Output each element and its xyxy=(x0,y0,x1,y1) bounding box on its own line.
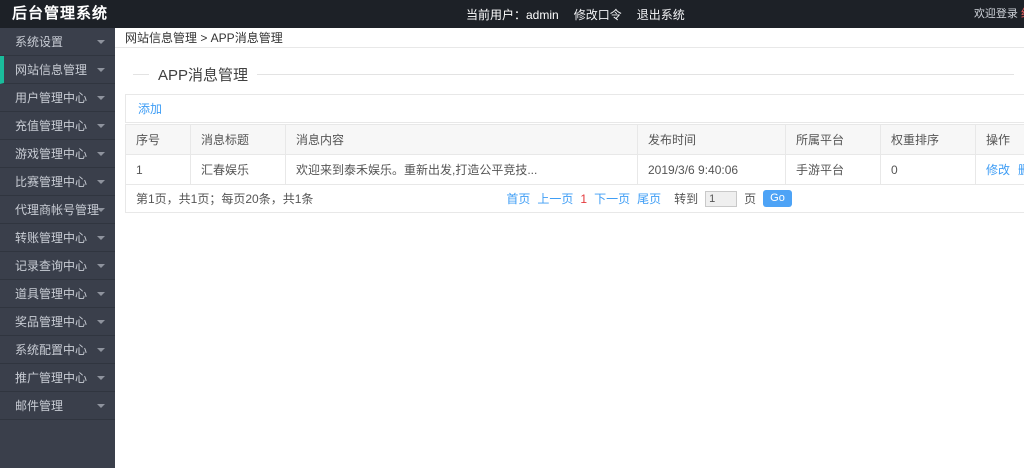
sidebar-item-agent-account-mgmt[interactable]: 代理商帐号管理 xyxy=(0,196,115,224)
sidebar-item-match-mgmt[interactable]: 比赛管理中心 xyxy=(0,168,115,196)
sidebar-item-label: 代理商帐号管理 xyxy=(15,203,100,217)
col-header-title: 消息标题 xyxy=(190,124,286,155)
sidebar-item-mail-mgmt[interactable]: 邮件管理 xyxy=(0,392,115,420)
sidebar-item-system-config[interactable]: 系统配置中心 xyxy=(0,336,115,364)
pagination-summary: 第1页，共1页；每页20条，共1条 xyxy=(136,192,314,206)
chevron-down-icon xyxy=(97,208,105,212)
goto-label: 转到 xyxy=(674,192,699,206)
welcome-text: 欢迎登录 红 xyxy=(974,0,1024,28)
col-header-publish-time: 发布时间 xyxy=(637,124,786,155)
sidebar-item-label: 道具管理中心 xyxy=(15,287,88,301)
last-page-link[interactable]: 尾页 xyxy=(637,190,661,207)
messages-table: 序号 消息标题 消息内容 发布时间 所属平台 权重排序 操作 1 汇春娱乐 欢迎… xyxy=(125,124,1024,185)
go-button[interactable]: Go xyxy=(763,190,792,207)
sidebar-item-label: 系统设置 xyxy=(15,35,64,49)
cell-title: 汇春娱乐 xyxy=(190,154,286,185)
sidebar-item-label: 转账管理中心 xyxy=(15,231,88,245)
pager-links: 首页 上一页 1 下一页 尾页 转到 页 Go xyxy=(506,190,792,207)
col-header-platform: 所属平台 xyxy=(785,124,881,155)
table-header-row: 序号 消息标题 消息内容 发布时间 所属平台 权重排序 操作 xyxy=(125,124,1024,155)
sidebar-item-label: 充值管理中心 xyxy=(15,119,88,133)
cell-publish-time: 2019/3/6 9:40:06 xyxy=(637,154,786,185)
current-user-label: 当前用户：admin xyxy=(466,7,559,22)
toolbar: 添加 xyxy=(125,94,1024,123)
chevron-down-icon xyxy=(97,40,105,44)
content-panel: 添加 序号 消息标题 消息内容 发布时间 所属平台 权重排序 操作 1 汇春娱乐… xyxy=(125,94,1024,213)
sidebar-item-game-mgmt[interactable]: 游戏管理中心 xyxy=(0,140,115,168)
chevron-down-icon xyxy=(97,292,105,296)
sidebar-item-label: 用户管理中心 xyxy=(15,91,88,105)
chevron-down-icon xyxy=(97,404,105,408)
cell-platform: 手游平台 xyxy=(785,154,881,185)
sidebar-item-props-mgmt[interactable]: 道具管理中心 xyxy=(0,280,115,308)
sidebar-item-label: 系统配置中心 xyxy=(15,343,88,357)
col-header-content: 消息内容 xyxy=(285,124,638,155)
chevron-down-icon xyxy=(97,68,105,72)
sidebar-item-transfer-mgmt[interactable]: 转账管理中心 xyxy=(0,224,115,252)
topbar: 后台管理系统 当前用户：admin 修改口令 退出系统 欢迎登录 红 xyxy=(0,0,1024,28)
sidebar: 系统设置 网站信息管理 用户管理中心 充值管理中心 游戏管理中心 比赛管理中心 … xyxy=(0,28,115,468)
sidebar-item-label: 记录查询中心 xyxy=(15,259,88,273)
chevron-down-icon xyxy=(97,236,105,240)
page-title-row: APP消息管理 xyxy=(133,66,1014,84)
add-button[interactable]: 添加 xyxy=(138,102,162,116)
app-title: 后台管理系统 xyxy=(12,5,109,22)
page-title: APP消息管理 xyxy=(158,66,249,84)
col-header-actions: 操作 xyxy=(975,124,1024,155)
title-line-left xyxy=(133,73,149,75)
cell-content: 欢迎来到泰禾娱乐。重新出发,打造公平竞技... xyxy=(285,154,638,185)
cell-actions: 修改删除 xyxy=(975,154,1024,185)
sidebar-item-label: 推广管理中心 xyxy=(15,371,88,385)
col-header-weight: 权重排序 xyxy=(880,124,976,155)
sidebar-item-label: 网站信息管理 xyxy=(15,63,88,77)
title-line-right xyxy=(257,73,1014,75)
welcome-prefix: 欢迎登录 xyxy=(973,8,1021,20)
page-unit-label: 页 xyxy=(744,192,757,206)
chevron-down-icon xyxy=(97,152,105,156)
change-password-link[interactable]: 修改口令 xyxy=(574,6,622,23)
chevron-down-icon xyxy=(97,124,105,128)
sidebar-item-label: 邮件管理 xyxy=(15,399,64,413)
sidebar-item-promotion-mgmt[interactable]: 推广管理中心 xyxy=(0,364,115,392)
main-content: 网站信息管理 > APP消息管理 APP消息管理 添加 序号 消息标题 消息内容 xyxy=(115,28,1024,468)
col-header-no: 序号 xyxy=(125,124,191,155)
sidebar-item-label: 游戏管理中心 xyxy=(15,147,88,161)
next-page-link[interactable]: 下一页 xyxy=(594,190,630,207)
sidebar-item-user-mgmt[interactable]: 用户管理中心 xyxy=(0,84,115,112)
sidebar-item-record-query[interactable]: 记录查询中心 xyxy=(0,252,115,280)
cell-no: 1 xyxy=(125,154,191,185)
cell-weight: 0 xyxy=(880,154,976,185)
logout-link[interactable]: 退出系统 xyxy=(637,6,685,23)
current-page: 1 xyxy=(580,191,588,206)
sidebar-item-prize-mgmt[interactable]: 奖品管理中心 xyxy=(0,308,115,336)
pagination: 第1页，共1页；每页20条，共1条 首页 上一页 1 下一页 尾页 转到 页 G… xyxy=(125,185,1024,213)
chevron-down-icon xyxy=(97,96,105,100)
chevron-down-icon xyxy=(97,348,105,352)
edit-link[interactable]: 修改 xyxy=(986,163,1010,177)
prev-page-link[interactable]: 上一页 xyxy=(537,190,573,207)
breadcrumb: 网站信息管理 > APP消息管理 xyxy=(115,28,1024,48)
chevron-down-icon xyxy=(97,180,105,184)
chevron-down-icon xyxy=(97,320,105,324)
sidebar-item-label: 奖品管理中心 xyxy=(15,315,88,329)
goto-page-input[interactable] xyxy=(705,190,738,207)
chevron-down-icon xyxy=(97,376,105,380)
sidebar-item-site-info[interactable]: 网站信息管理 xyxy=(0,56,115,84)
table-row: 1 汇春娱乐 欢迎来到泰禾娱乐。重新出发,打造公平竞技... 2019/3/6 … xyxy=(125,154,1024,185)
first-page-link[interactable]: 首页 xyxy=(506,190,530,207)
topbar-user-area: 当前用户：admin 修改口令 退出系统 xyxy=(466,0,685,28)
sidebar-item-system-settings[interactable]: 系统设置 xyxy=(0,28,115,56)
sidebar-item-recharge-mgmt[interactable]: 充值管理中心 xyxy=(0,112,115,140)
sidebar-item-label: 比赛管理中心 xyxy=(15,175,88,189)
chevron-down-icon xyxy=(97,264,105,268)
delete-link[interactable]: 删除 xyxy=(1018,163,1024,177)
